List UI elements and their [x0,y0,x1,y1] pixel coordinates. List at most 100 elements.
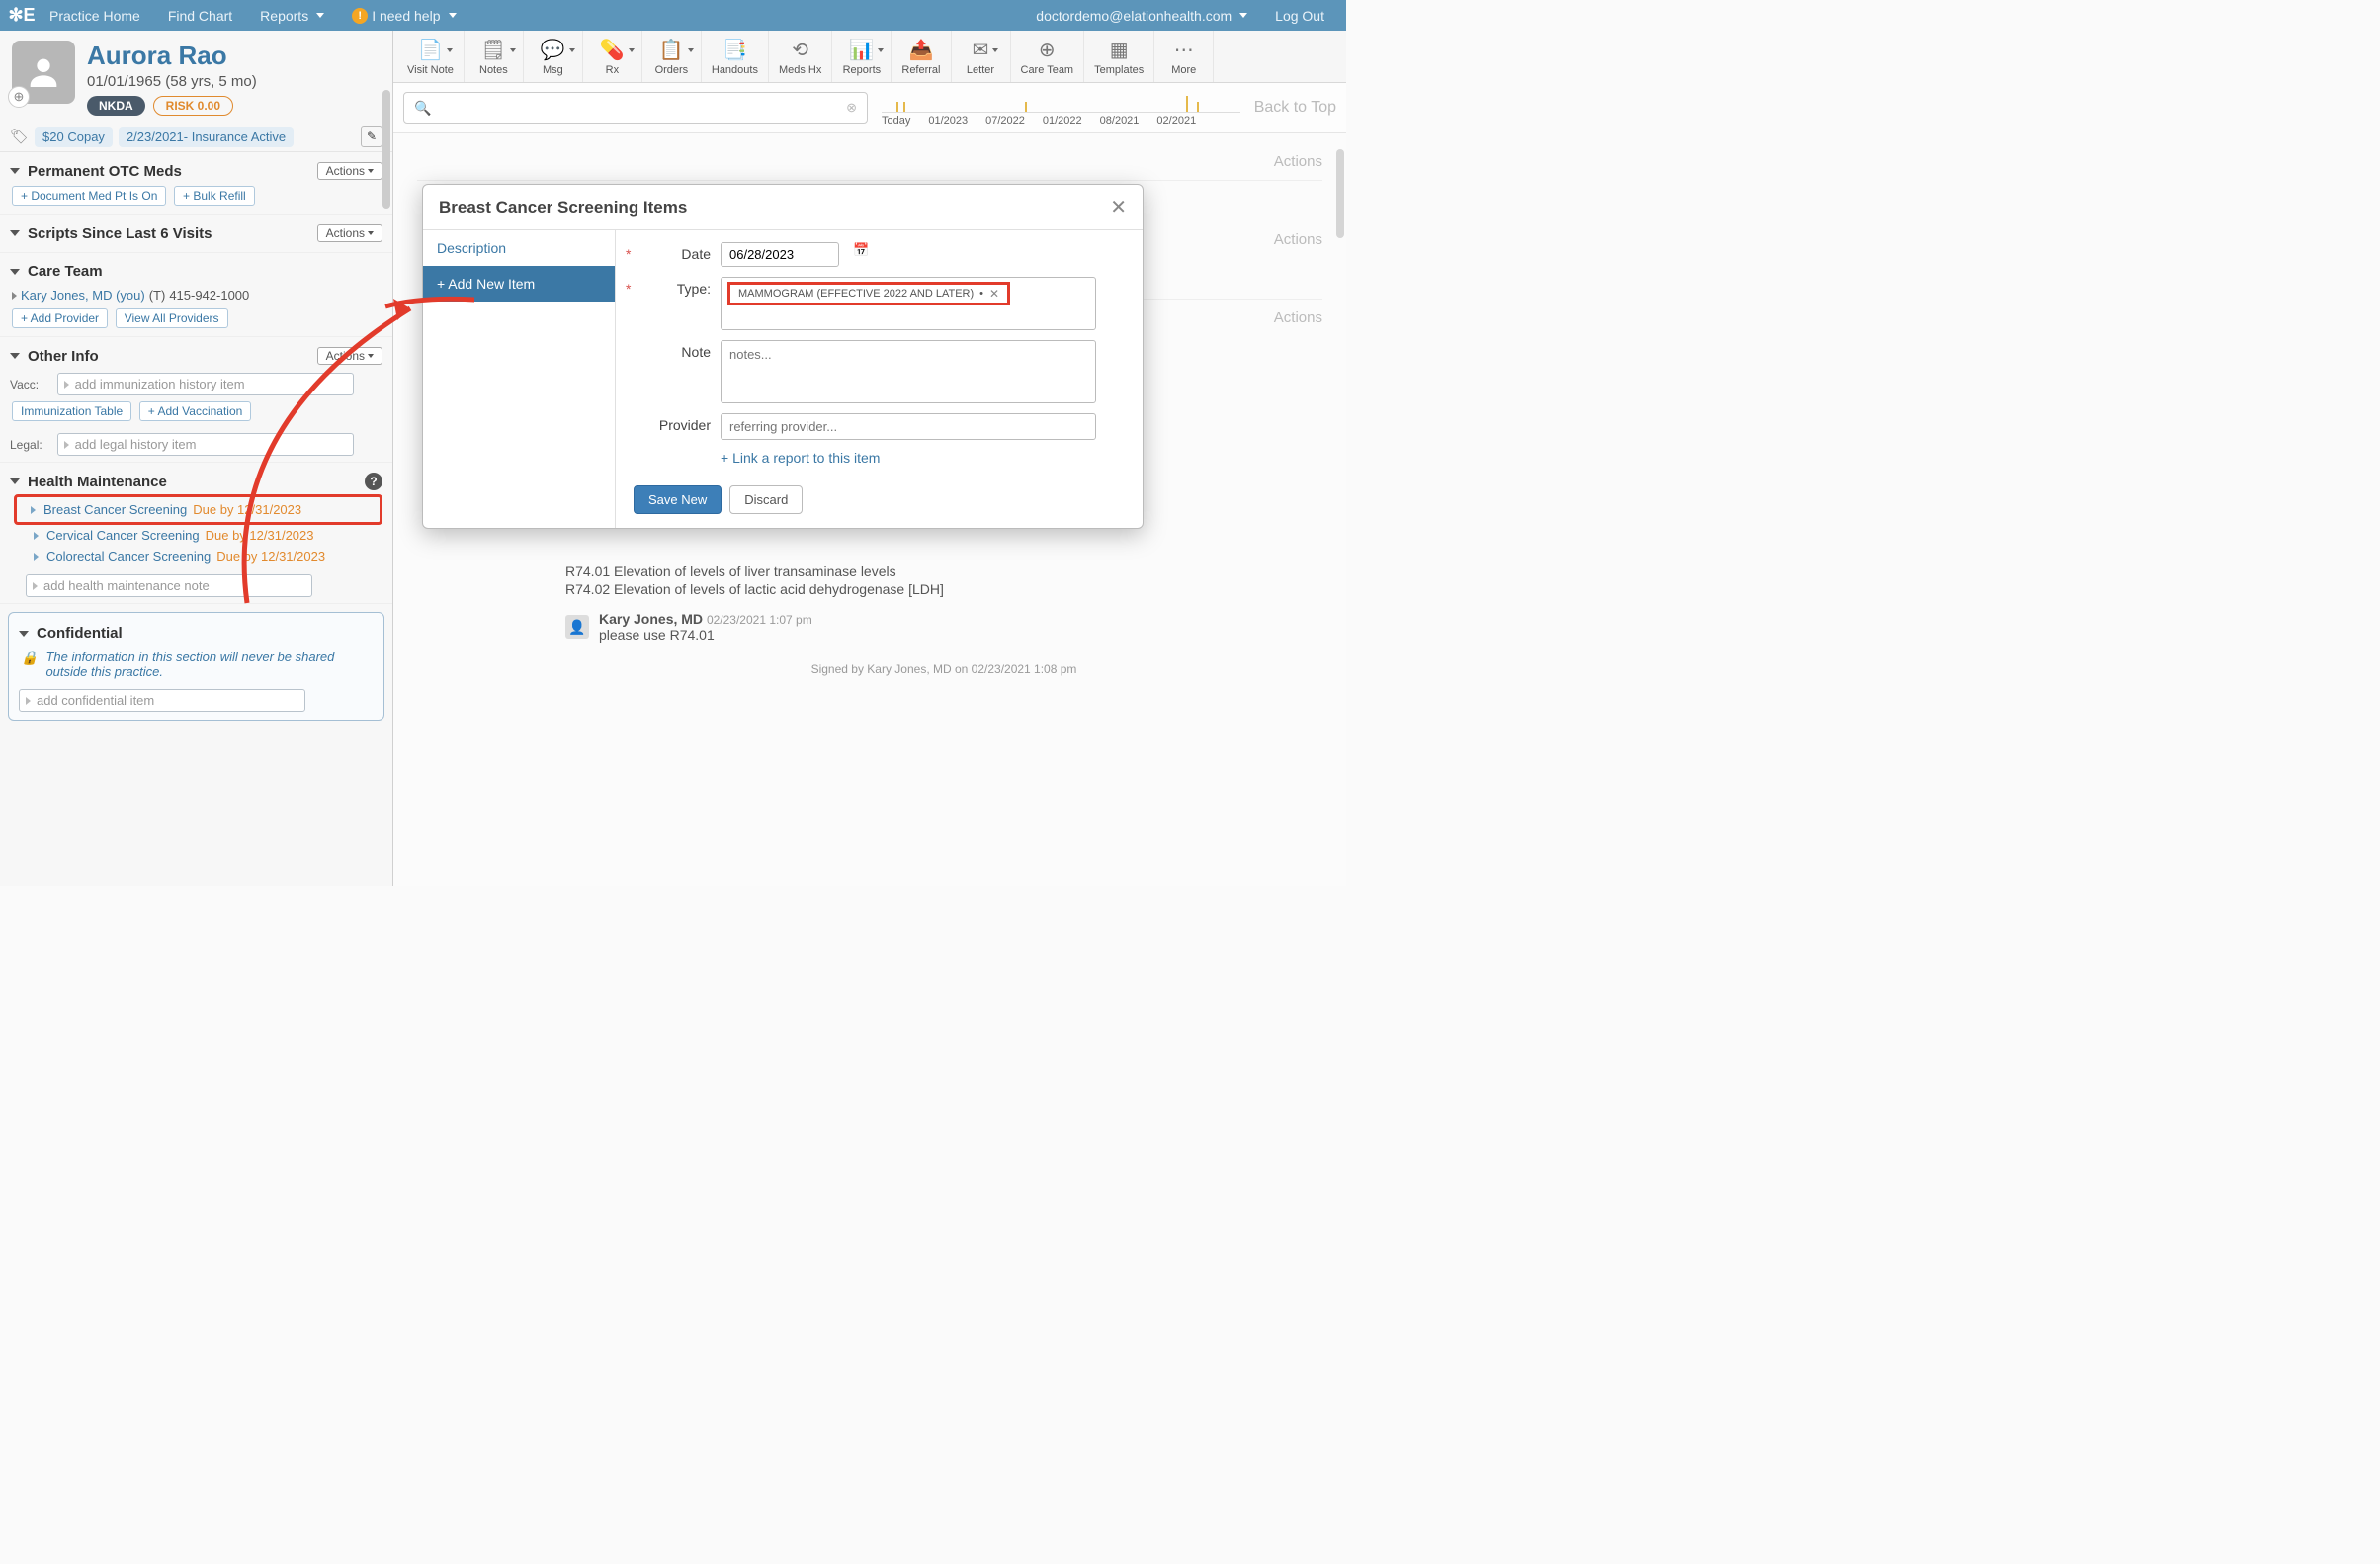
hm-item-cervical[interactable]: Cervical Cancer Screening Due by 12/31/2… [16,525,382,546]
add-vaccination-button[interactable]: + Add Vaccination [139,401,252,421]
back-to-top-link[interactable]: Back to Top [1254,99,1336,117]
tool-handouts[interactable]: 📑Handouts [702,31,769,82]
chevron-down-icon [1239,13,1247,18]
other-actions-button[interactable]: Actions [317,347,382,365]
otc-actions-button[interactable]: Actions [317,162,382,180]
date-label: Date [681,246,711,262]
link-report-link[interactable]: + Link a report to this item [721,450,880,466]
hm-item-breast[interactable]: Breast Cancer Screening Due by 12/31/202… [21,499,376,520]
copay-tag[interactable]: $20 Copay [35,127,113,147]
tool-notes[interactable]: 🗒Notes [465,31,524,82]
note-textarea[interactable] [721,340,1096,403]
close-icon[interactable]: ✕ [1110,195,1127,219]
nav-practice-home[interactable]: Practice Home [36,8,154,24]
discard-button[interactable]: Discard [729,485,803,514]
tool-templates[interactable]: ▦Templates [1084,31,1154,82]
collapse-icon[interactable] [10,168,20,174]
type-label: Type: [677,281,711,297]
nav-find-chart[interactable]: Find Chart [154,8,246,24]
doctor-timestamp: 02/23/2021 1:07 pm [707,613,812,627]
search-icon: 🔍 [414,100,431,117]
collapse-icon[interactable] [10,230,20,236]
patient-avatar[interactable]: ⊕ [12,41,75,104]
confidential-text: The information in this section will nev… [45,650,372,679]
tab-add-new-item[interactable]: + Add New Item [423,266,615,302]
section-hm-title: Health Maintenance [28,474,167,490]
row-actions[interactable]: Actions [1274,231,1322,248]
vacc-input[interactable]: add immunization history item [57,373,354,395]
section-otc-title: Permanent OTC Meds [28,163,182,180]
patient-dob: 01/01/1965 (58 yrs, 5 mo) [87,73,257,90]
legal-input[interactable]: add legal history item [57,433,354,456]
bulk-refill-button[interactable]: + Bulk Refill [174,186,255,206]
section-other-title: Other Info [28,348,99,365]
scrollbar[interactable] [382,90,390,209]
chart-search-input[interactable]: 🔍 ⊗ [403,92,868,124]
tool-reports[interactable]: 📊Reports [832,31,892,82]
row-actions[interactable]: Actions [1274,153,1322,170]
collapse-icon[interactable] [10,478,20,484]
chevron-right-icon [34,553,39,561]
help-icon[interactable]: ? [365,473,382,490]
save-new-button[interactable]: Save New [634,485,722,514]
note-label: Note [681,344,711,360]
nav-reports[interactable]: Reports [246,8,338,24]
timeline[interactable]: Today 01/2023 07/2022 01/2022 08/2021 02… [882,89,1240,127]
doc-med-button[interactable]: + Document Med Pt Is On [12,186,166,206]
tool-letter[interactable]: ✉Letter [952,31,1011,82]
section-confidential-title: Confidential [37,625,123,642]
add-provider-button[interactable]: + Add Provider [12,308,108,328]
tool-care-team[interactable]: ⊕Care Team [1011,31,1085,82]
nkda-badge[interactable]: NKDA [87,96,145,116]
timeline-date[interactable]: 01/2023 [928,115,968,127]
hm-item-colorectal[interactable]: Colorectal Cancer Screening Due by 12/31… [16,546,382,566]
insurance-tag[interactable]: 2/23/2021- Insurance Active [119,127,294,147]
remove-chip-icon[interactable]: ✕ [989,287,999,301]
scripts-actions-button[interactable]: Actions [317,224,382,242]
nav-user-menu[interactable]: doctordemo@elationhealth.com [1022,8,1261,24]
timeline-date[interactable]: 08/2021 [1100,115,1140,127]
view-all-providers-button[interactable]: View All Providers [116,308,228,328]
signed-by-line: Signed by Kary Jones, MD on 02/23/2021 1… [565,662,1322,676]
collapse-icon[interactable] [10,269,20,275]
timeline-today[interactable]: Today [882,115,910,127]
lock-icon: 🔒 [21,650,38,666]
immunization-table-button[interactable]: Immunization Table [12,401,131,421]
type-input[interactable]: MAMMOGRAM (EFFECTIVE 2022 AND LATER)• ✕ [721,277,1096,330]
careteam-provider-link[interactable]: Kary Jones, MD (you) [21,288,145,303]
timeline-date[interactable]: 02/2021 [1156,115,1196,127]
collapse-icon[interactable] [10,353,20,359]
clear-icon[interactable]: ⊗ [846,100,857,116]
left-sidebar: ⊕ Aurora Rao 01/01/1965 (58 yrs, 5 mo) N… [0,31,393,886]
visit-note-content: R74.01 Elevation of levels of liver tran… [565,564,1322,676]
risk-badge[interactable]: RISK 0.00 [153,96,233,116]
tool-more[interactable]: ⋯More [1154,31,1214,82]
provider-input[interactable] [721,413,1096,440]
collapse-icon[interactable] [19,631,29,637]
timeline-date[interactable]: 01/2022 [1043,115,1082,127]
patient-name[interactable]: Aurora Rao [87,41,257,71]
alert-icon: ! [352,8,368,24]
nav-help[interactable]: !I need help [338,8,469,24]
tool-visit-note[interactable]: 📄Visit Note [397,31,465,82]
calendar-icon[interactable]: 📅 [853,242,869,258]
row-actions[interactable]: Actions [1274,309,1322,326]
chevron-right-icon [34,532,39,540]
tool-referral[interactable]: 📤Referral [892,31,951,82]
confidential-input[interactable]: add confidential item [19,689,305,712]
tab-description[interactable]: Description [423,230,615,266]
edit-tags-button[interactable]: ✎ [361,126,382,147]
hm-note-input[interactable]: add health maintenance note [26,574,312,597]
section-scripts-title: Scripts Since Last 6 Visits [28,225,212,242]
doctor-message: please use R74.01 [599,627,812,643]
provider-label: Provider [659,417,711,433]
tool-rx[interactable]: 💊Rx [583,31,642,82]
date-input[interactable] [721,242,839,267]
tool-msg[interactable]: 💬Msg [524,31,583,82]
timeline-date[interactable]: 07/2022 [985,115,1025,127]
chevron-right-icon [12,292,17,300]
nav-logout[interactable]: Log Out [1261,8,1338,24]
scrollbar[interactable] [1336,149,1344,238]
tool-orders[interactable]: 📋Orders [642,31,702,82]
tool-meds-hx[interactable]: ⟲Meds Hx [769,31,832,82]
